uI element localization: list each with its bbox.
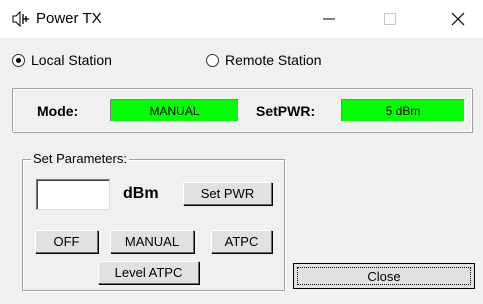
radio-unchecked-indicator [206, 53, 219, 67]
radio-checked-indicator [12, 53, 25, 67]
close-button[interactable]: Close [293, 263, 475, 289]
manual-button[interactable]: MANUAL [110, 230, 194, 253]
minimize-button[interactable] [306, 0, 352, 38]
mode-value: MANUAL [110, 99, 239, 122]
maximize-button[interactable] [367, 0, 413, 38]
setpwr-label: SetPWR: [256, 103, 316, 119]
close-window-button[interactable] [435, 0, 481, 38]
local-station-label: Local Station [31, 52, 112, 68]
set-pwr-button[interactable]: Set PWR [183, 182, 272, 205]
close-icon [451, 12, 465, 26]
mode-label: Mode: [37, 103, 79, 119]
minimize-icon [323, 18, 335, 20]
remote-station-radio[interactable]: Remote Station [206, 52, 322, 68]
setpwr-value: 5 dBm [341, 99, 465, 122]
off-button[interactable]: OFF [35, 230, 98, 253]
dbm-unit-label: dBm [123, 185, 159, 202]
window-title: Power TX [36, 10, 102, 27]
level-atpc-button[interactable]: Level ATPC [98, 261, 199, 284]
remote-station-label: Remote Station [225, 52, 322, 68]
set-parameters-title: Set Parameters: [31, 151, 129, 166]
power-input[interactable] [36, 179, 110, 210]
local-station-radio[interactable]: Local Station [12, 52, 112, 68]
maximize-icon [384, 13, 396, 25]
speaker-icon [12, 11, 29, 27]
title-bar: Power TX [0, 0, 483, 38]
atpc-button[interactable]: ATPC [211, 230, 272, 253]
focus-rectangle [297, 267, 471, 285]
